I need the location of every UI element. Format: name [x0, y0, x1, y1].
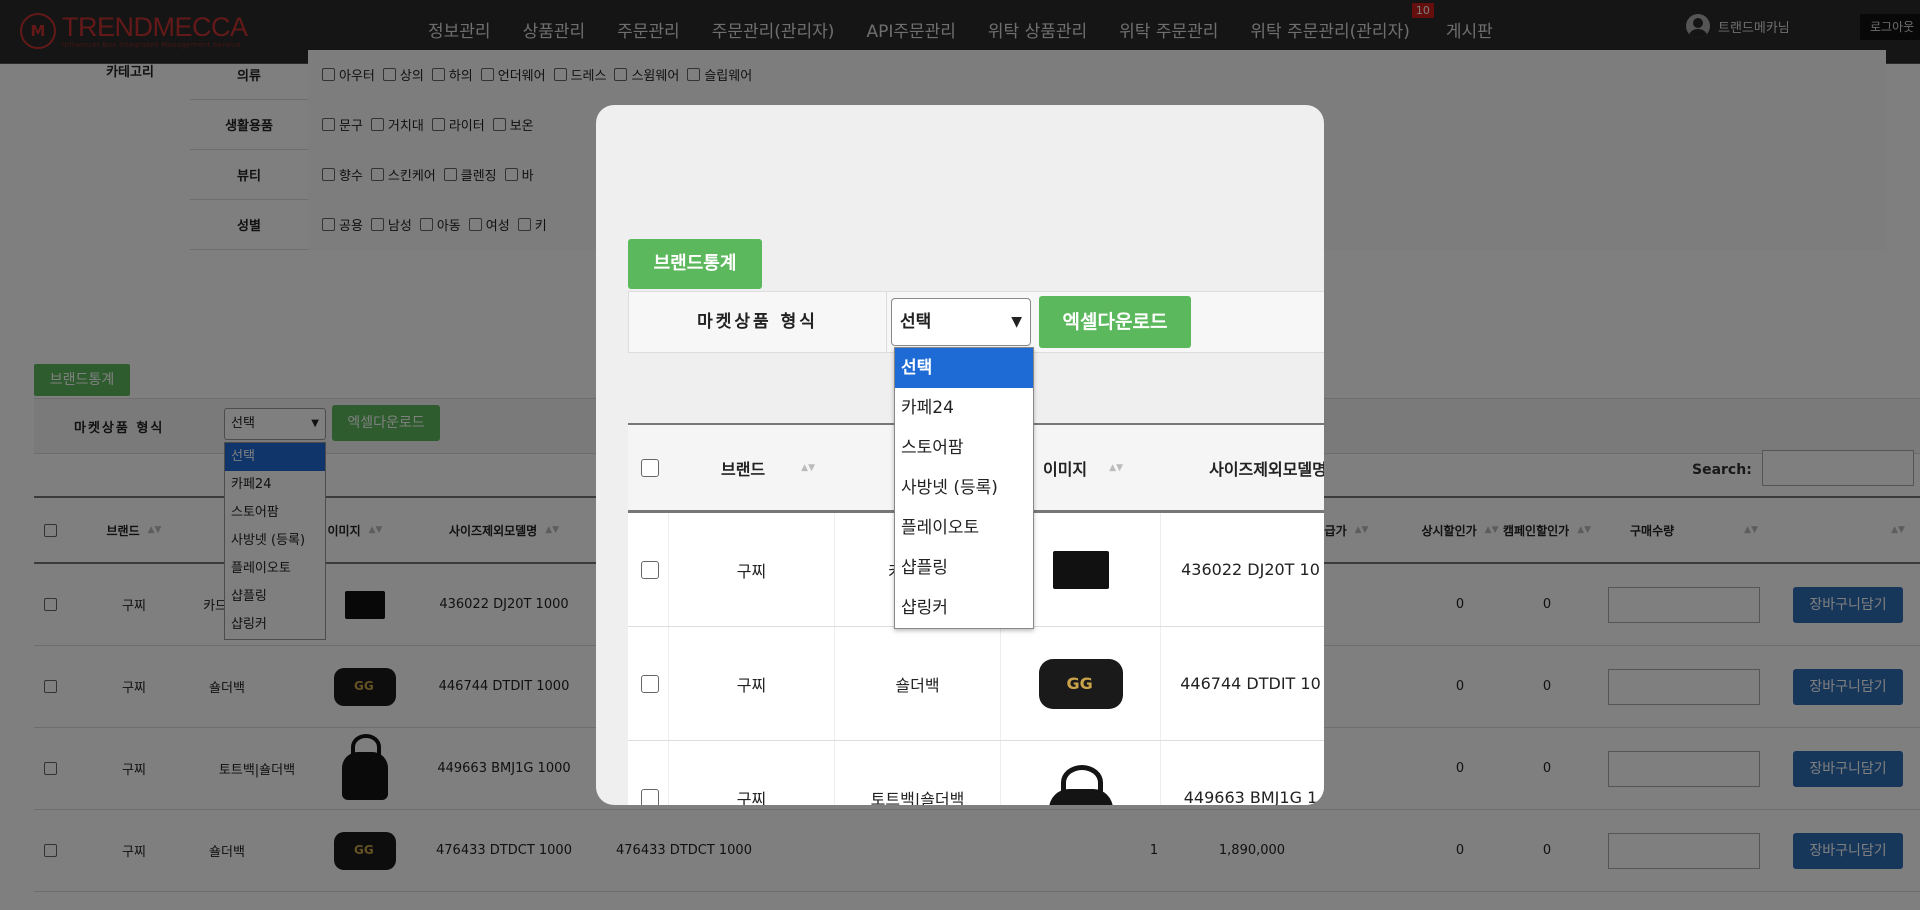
modal-excel-download-button[interactable]: 엑셀다운로드 — [1039, 296, 1191, 348]
cell-brand: 구찌 — [668, 627, 834, 740]
modal-market-format-select[interactable]: 선택 ▼ — [891, 298, 1031, 346]
column-header-brand[interactable]: 브랜드 — [721, 456, 765, 480]
select-value: 선택 — [900, 312, 932, 332]
dropdown-option[interactable]: 샵플링 — [895, 548, 1033, 588]
cell-model: 436022 DJ20T 10 — [1160, 513, 1324, 626]
dropdown-option[interactable]: 샵링커 — [895, 588, 1033, 628]
zoom-modal: 브랜드통계 마켓상품 형식 선택 ▼ 엑셀다운로드 브랜드 ▲▼ 이미지 ▲▼ 사이즈… — [596, 105, 1324, 805]
modal-table-row: 구찌 토트백|숄더백 449663 BMJ1G 1 — [628, 741, 1324, 805]
row-checkbox[interactable] — [641, 560, 659, 579]
row-checkbox[interactable] — [641, 674, 659, 693]
modal-filter-label: 마켓상품 형식 — [629, 292, 887, 352]
cell-type: 숄더백 — [834, 627, 1000, 740]
modal-market-format-filter: 마켓상품 형식 선택 ▼ 엑셀다운로드 — [628, 291, 1324, 353]
chevron-down-icon: ▼ — [1011, 314, 1022, 330]
product-image — [1052, 550, 1109, 589]
cell-brand: 구찌 — [668, 741, 834, 805]
cell-type: 토트백|숄더백 — [834, 741, 1000, 805]
dropdown-option[interactable]: 스토어팜 — [895, 428, 1033, 468]
modal-brand-stats-button[interactable]: 브랜드통계 — [628, 239, 762, 289]
dropdown-option[interactable]: 카페24 — [895, 388, 1033, 428]
product-image — [1048, 764, 1113, 805]
dropdown-option[interactable]: 플레이오토 — [895, 508, 1033, 548]
sort-icon: ▲▼ — [1109, 462, 1123, 473]
select-all-checkbox[interactable] — [641, 458, 659, 477]
dropdown-option[interactable]: 사방넷 (등록) — [895, 468, 1033, 508]
row-checkbox[interactable] — [641, 788, 659, 805]
column-header-image[interactable]: 이미지 — [1043, 456, 1087, 480]
modal-market-format-dropdown: 선택 카페24 스토어팜 사방넷 (등록) 플레이오토 샵플링 샵링커 — [894, 347, 1034, 629]
cell-model: 449663 BMJ1G 1 — [1160, 741, 1324, 805]
cell-brand: 구찌 — [668, 513, 834, 626]
column-header-model[interactable]: 사이즈제외모델명 — [1209, 456, 1324, 480]
modal-table-row: 구찌 숄더백 446744 DTDIT 10 — [628, 627, 1324, 741]
cell-model: 446744 DTDIT 10 — [1160, 627, 1324, 740]
dropdown-option[interactable]: 선택 — [895, 348, 1033, 388]
product-image — [1038, 658, 1123, 709]
sort-icon: ▲▼ — [801, 462, 815, 473]
